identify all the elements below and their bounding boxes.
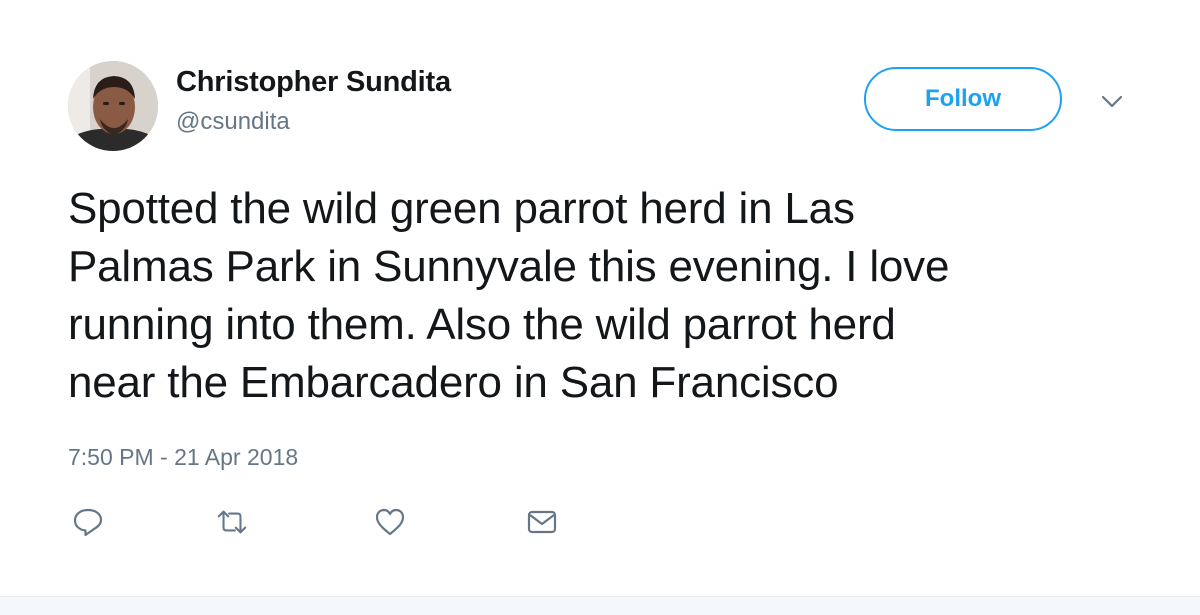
tweet-text: Spotted the wild green parrot herd in La… (68, 180, 1158, 412)
chevron-down-icon[interactable] (1098, 88, 1126, 116)
direct-message-button[interactable] (526, 506, 558, 538)
follow-button[interactable]: Follow (864, 67, 1062, 131)
tweet-timestamp[interactable]: 7:50 PM - 21 Apr 2018 (68, 444, 298, 471)
retweet-icon (217, 510, 247, 534)
tweet-text-line: near the Embarcadero in San Francisco (68, 358, 839, 407)
like-button[interactable] (374, 506, 406, 538)
reply-button[interactable] (72, 506, 104, 538)
envelope-icon (527, 510, 557, 534)
tweet-card: Christopher Sundita @csundita Follow Spo… (0, 0, 1200, 615)
tweet-text-line: running into them. Also the wild parrot … (68, 300, 896, 349)
author-handle[interactable]: @csundita (176, 108, 290, 136)
tweet-text-line: Spotted the wild green parrot herd in La… (68, 184, 855, 233)
bottom-divider (0, 596, 1200, 615)
retweet-button[interactable] (216, 506, 248, 538)
heart-icon (375, 508, 405, 536)
avatar[interactable] (68, 61, 158, 151)
tweet-text-line: Palmas Park in Sunnyvale this evening. I… (68, 242, 950, 291)
reply-icon (73, 508, 103, 537)
author-name[interactable]: Christopher Sundita (176, 66, 451, 99)
